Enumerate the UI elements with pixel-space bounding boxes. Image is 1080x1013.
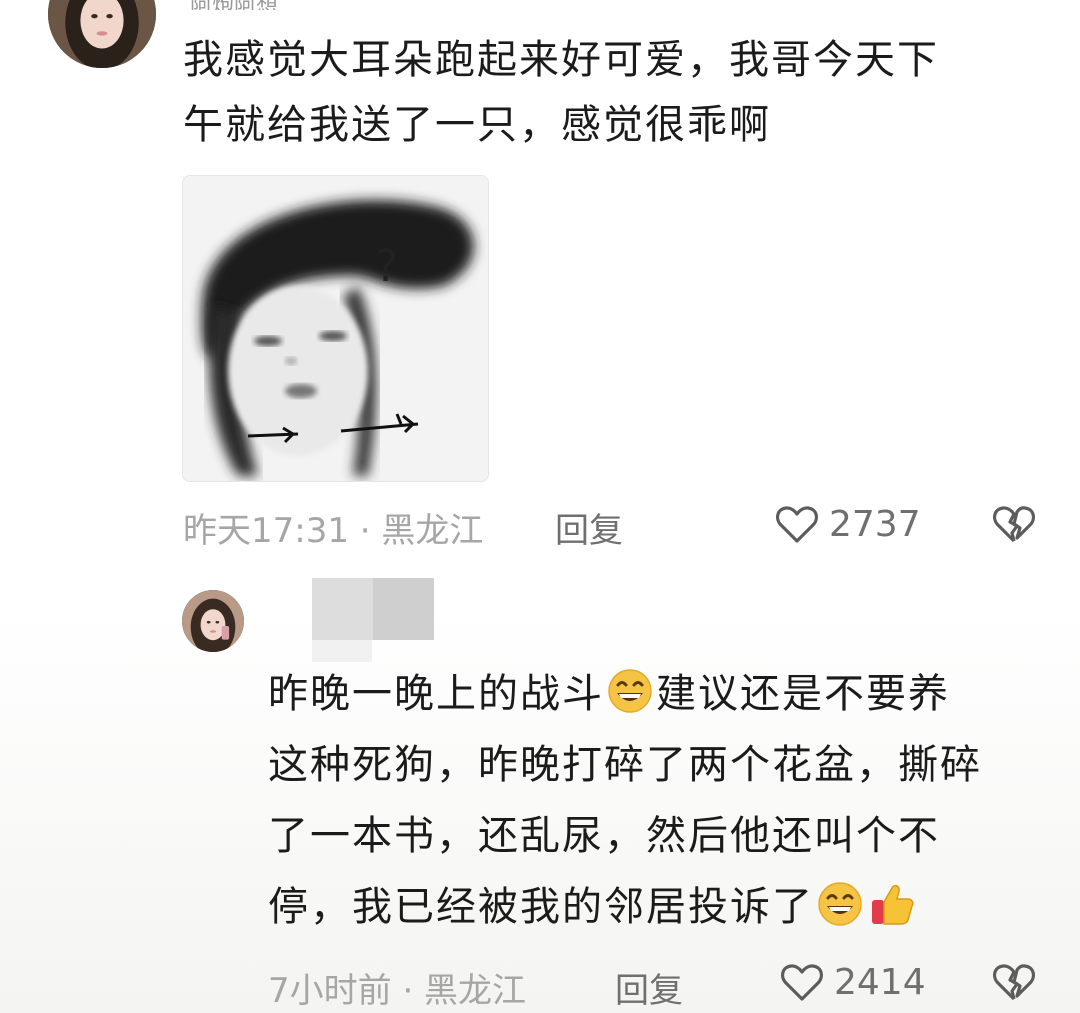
dislike-button[interactable] bbox=[990, 500, 1038, 548]
avatar[interactable] bbox=[182, 590, 244, 652]
username-redacted-shadow bbox=[312, 640, 372, 662]
comment-timestamp: 7小时前 · 黑龙江 bbox=[268, 971, 527, 1011]
reply-button[interactable]: 回复 bbox=[555, 503, 623, 552]
heart-outline-icon bbox=[773, 500, 821, 548]
comment-text: 我感觉大耳朵跑起来好可爱，我哥今天下 午就给我送了一只，感觉很乖啊 bbox=[183, 28, 1063, 158]
comment-line: 停，我已经被我的邻居投诉了 bbox=[268, 875, 1068, 940]
comment-line: 午就给我送了一只，感觉很乖啊 bbox=[183, 102, 771, 148]
comment-image[interactable]: ? bbox=[182, 175, 489, 482]
comment-segment: 建议还是不要养 bbox=[656, 671, 950, 717]
username-redacted bbox=[312, 578, 434, 640]
dislike-button[interactable] bbox=[990, 958, 1038, 1006]
heart-outline-icon bbox=[778, 958, 826, 1006]
comment-line: 昨晚一晚上的战斗 建议还是不要养 bbox=[268, 662, 1068, 727]
grinning-sweat-emoji bbox=[816, 880, 864, 928]
broken-heart-icon bbox=[990, 964, 1038, 1010]
comment-line: 我感觉大耳朵跑起来好可爱，我哥今天下 bbox=[183, 37, 939, 83]
comment-segment: 停，我已经被我的邻居投诉了 bbox=[268, 884, 814, 930]
broken-heart-icon bbox=[990, 506, 1038, 552]
username[interactable]: 阿炮阿想 bbox=[190, 0, 350, 10]
comment-text: 昨晚一晚上的战斗 建议还是不要养 这种死狗，昨晚打碎了两个花盆，撕碎 了一本书，… bbox=[268, 662, 1068, 940]
like-count: 2414 bbox=[834, 961, 926, 1003]
thumbs-up-emoji bbox=[868, 880, 916, 928]
like-count: 2737 bbox=[829, 503, 921, 545]
svg-text:?: ? bbox=[375, 241, 398, 292]
comment-line: 了一本书，还乱尿，然后他还叫个不 bbox=[268, 813, 940, 859]
comment-timestamp: 昨天17:31 · 黑龙江 bbox=[183, 511, 484, 551]
sketch-face-question-image: ? bbox=[183, 176, 488, 481]
like-button[interactable]: 2414 bbox=[778, 958, 926, 1006]
avatar[interactable] bbox=[48, 0, 156, 68]
grinning-sweat-emoji bbox=[606, 667, 654, 715]
comment-line: 这种死狗，昨晚打碎了两个花盆，撕碎 bbox=[268, 742, 982, 788]
reply-button[interactable]: 回复 bbox=[615, 963, 683, 1012]
comment-segment: 昨晚一晚上的战斗 bbox=[268, 671, 604, 717]
like-button[interactable]: 2737 bbox=[773, 500, 921, 548]
